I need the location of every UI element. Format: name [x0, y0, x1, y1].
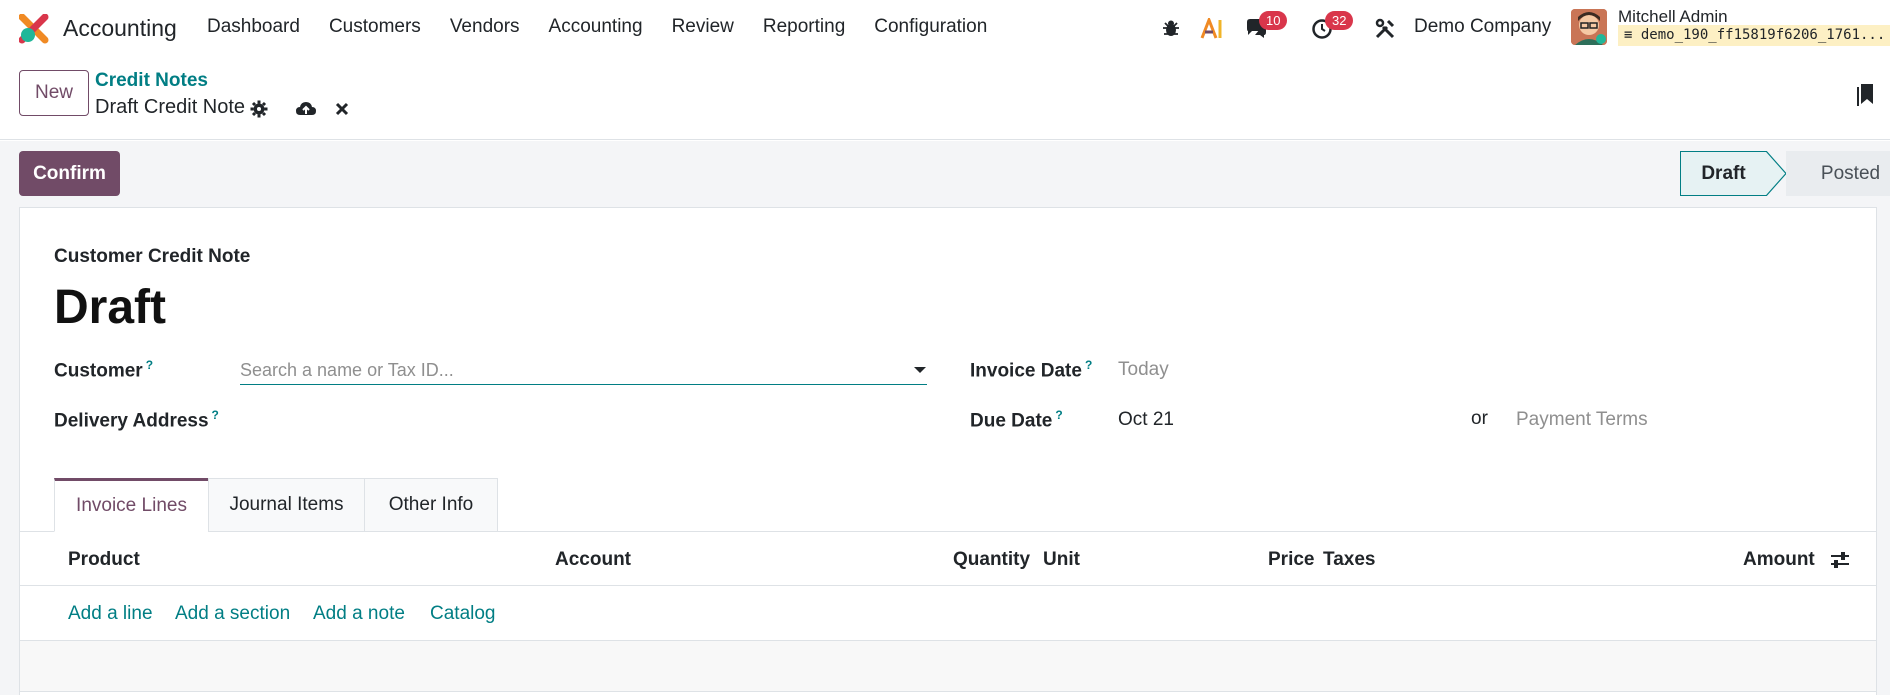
add-section-link[interactable]: Add a section [175, 603, 290, 625]
form-sheet [19, 207, 1877, 695]
menu-dashboard[interactable]: Dashboard [207, 16, 300, 38]
column-account[interactable]: Account [555, 549, 631, 571]
column-unit[interactable]: Unit [1043, 549, 1080, 571]
customer-help-icon[interactable]: ? [146, 358, 153, 372]
messages-icon[interactable]: 10 [1243, 11, 1288, 42]
activity-clock-icon[interactable]: 32 [1309, 11, 1354, 42]
top-navbar: Accounting Dashboard Customers Vendors A… [0, 0, 1890, 58]
bug-icon[interactable] [1158, 16, 1184, 42]
catalog-link[interactable]: Catalog [430, 603, 496, 625]
invoice-date-label: Invoice Date? [970, 358, 1093, 382]
payment-terms-input[interactable]: Payment Terms [1516, 409, 1648, 431]
due-date-label: Due Date? [970, 408, 1063, 432]
document-name: Draft [54, 281, 167, 334]
messages-badge: 10 [1259, 11, 1288, 30]
company-switcher[interactable]: Demo Company [1414, 16, 1551, 38]
customer-input[interactable] [240, 356, 927, 385]
ai-icon[interactable] [1199, 16, 1225, 42]
invoice-date-help-icon[interactable]: ? [1085, 358, 1092, 372]
column-taxes[interactable]: Taxes [1323, 549, 1375, 571]
discard-close-icon[interactable] [331, 98, 353, 120]
menu-review[interactable]: Review [672, 16, 734, 38]
add-line-link[interactable]: Add a line [68, 603, 153, 625]
due-date-input[interactable]: Oct 21 [1118, 409, 1174, 431]
database-icon: ≡ [1624, 27, 1641, 43]
bookmark-icon[interactable] [1857, 82, 1875, 108]
column-quantity[interactable]: Quantity [953, 549, 1030, 571]
main-menu: Dashboard Customers Vendors Accounting R… [207, 16, 1016, 38]
status-draft[interactable]: Draft [1680, 151, 1766, 196]
app-name[interactable]: Accounting [63, 15, 177, 42]
add-note-link[interactable]: Add a note [313, 603, 405, 625]
customer-dropdown-icon[interactable] [914, 367, 926, 373]
confirm-button[interactable]: Confirm [19, 151, 120, 196]
optional-columns-toggle-icon[interactable] [1829, 550, 1851, 570]
status-bar: Draft Posted [1680, 151, 1890, 196]
menu-reporting[interactable]: Reporting [763, 16, 845, 38]
save-cloud-icon[interactable] [295, 98, 317, 120]
or-text: or [1471, 408, 1488, 429]
table-header-divider [19, 585, 1877, 586]
tab-journal-items[interactable]: Journal Items [208, 478, 365, 532]
column-price[interactable]: Price [1268, 549, 1314, 571]
gear-icon[interactable] [248, 98, 270, 120]
menu-customers[interactable]: Customers [329, 16, 421, 38]
menu-vendors[interactable]: Vendors [450, 16, 520, 38]
settings-tools-icon[interactable] [1372, 16, 1398, 42]
breadcrumb-credit-notes[interactable]: Credit Notes [95, 70, 208, 92]
delivery-help-icon[interactable]: ? [212, 408, 219, 422]
tab-other-info[interactable]: Other Info [364, 478, 498, 532]
column-amount[interactable]: Amount [1743, 549, 1815, 571]
new-button[interactable]: New [19, 70, 89, 116]
column-product[interactable]: Product [68, 549, 140, 571]
status-arrow-icon [1766, 151, 1786, 196]
user-avatar[interactable] [1571, 9, 1607, 45]
table-footer-row [20, 640, 1876, 692]
database-name: ≡ demo_190_ff15819f6206_1761... [1618, 25, 1890, 46]
menu-configuration[interactable]: Configuration [874, 16, 987, 38]
status-posted[interactable]: Posted [1786, 151, 1890, 196]
tab-invoice-lines[interactable]: Invoice Lines [54, 478, 209, 532]
user-name[interactable]: Mitchell Admin [1618, 7, 1728, 27]
activities-badge: 32 [1325, 11, 1354, 30]
customer-label: Customer? [54, 358, 154, 382]
record-title: Draft Credit Note [95, 96, 246, 118]
menu-accounting[interactable]: Accounting [549, 16, 643, 38]
accounting-app-icon[interactable] [19, 14, 49, 44]
document-type: Customer Credit Note [54, 246, 251, 267]
delivery-address-label: Delivery Address? [54, 408, 219, 432]
control-panel: New Credit Notes Draft Credit Note [0, 58, 1890, 140]
due-date-help-icon[interactable]: ? [1055, 408, 1062, 422]
invoice-date-input[interactable]: Today [1118, 359, 1169, 381]
